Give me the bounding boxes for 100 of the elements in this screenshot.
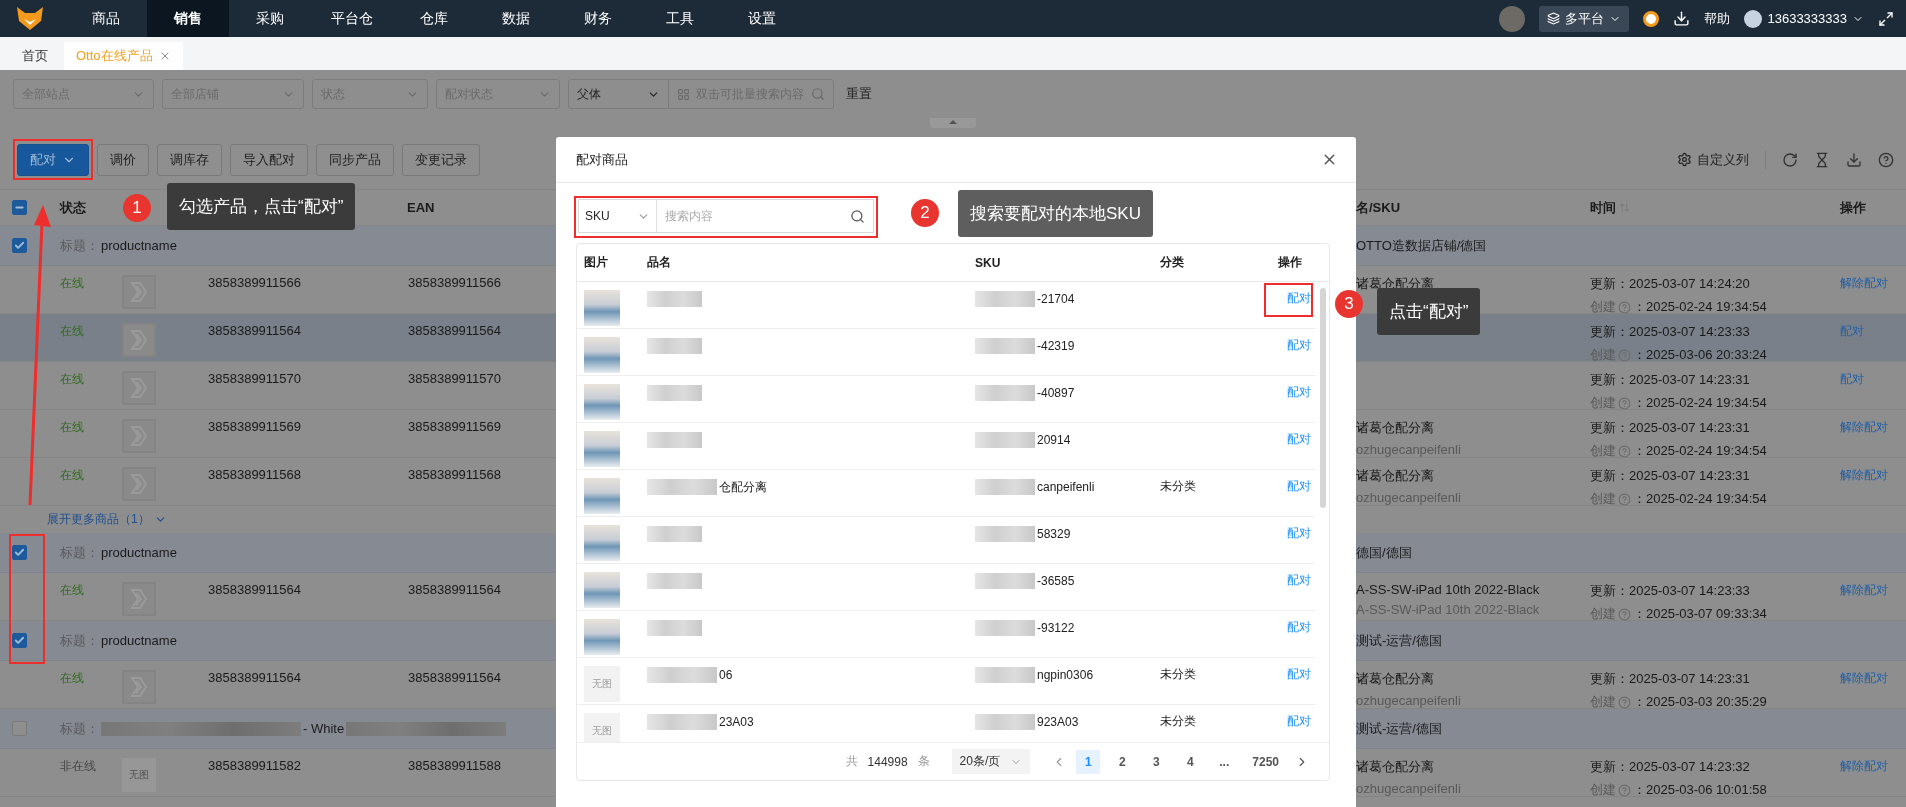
pair-link[interactable]: 配对 xyxy=(1287,479,1311,493)
created-time: ：2025-02-24 19:34:54 xyxy=(1633,442,1767,460)
help-icon[interactable] xyxy=(1618,783,1631,797)
row-checkbox[interactable] xyxy=(12,238,27,253)
nav-item[interactable]: 商品 xyxy=(65,0,147,37)
download-icon[interactable] xyxy=(1673,10,1691,27)
help-icon[interactable] xyxy=(1618,695,1631,709)
avatar[interactable] xyxy=(1499,5,1526,32)
pair-link[interactable]: 配对 xyxy=(1287,385,1311,399)
toolbar-button[interactable]: 调库存 xyxy=(157,143,222,176)
created-time: ：2025-02-24 19:34:54 xyxy=(1633,298,1767,316)
help-icon[interactable] xyxy=(1618,396,1631,410)
pair-link[interactable]: 配对 xyxy=(1287,291,1311,305)
shop-name: 测试-运营/德国 xyxy=(1356,631,1443,650)
row-checkbox[interactable] xyxy=(12,721,27,736)
dialog-title: 配对商品 xyxy=(576,150,628,169)
pair-link[interactable]: 配对 xyxy=(1287,526,1311,540)
redacted-block xyxy=(975,385,1035,401)
nav-item[interactable]: 数据 xyxy=(475,0,557,37)
user-menu[interactable]: 13633333333 xyxy=(1744,9,1864,28)
page-tab[interactable]: 首页 xyxy=(10,42,60,70)
redacted-block xyxy=(647,620,702,636)
page-button[interactable]: 2 xyxy=(1110,749,1135,774)
photo-placeholder xyxy=(584,290,620,326)
column-header[interactable]: 时间 xyxy=(1586,198,1630,217)
collapse-handle[interactable] xyxy=(930,118,976,128)
status-text: 在线 xyxy=(59,371,84,388)
expand-more-link[interactable]: 展开更多商品（1） xyxy=(47,511,167,528)
help-icon[interactable] xyxy=(1878,151,1894,168)
highlight-frame xyxy=(1264,283,1313,317)
refresh-icon[interactable] xyxy=(1782,151,1798,168)
nav-item[interactable]: 财务 xyxy=(557,0,639,37)
sku-cell: canpeifenli xyxy=(1037,480,1095,494)
redacted-block xyxy=(647,667,717,683)
page-button[interactable]: 3 xyxy=(1144,749,1169,774)
nav-item[interactable]: 采购 xyxy=(229,0,311,37)
updated-time: 更新：2025-03-07 14:23:33 xyxy=(1590,323,1751,341)
pair-link[interactable]: 配对 xyxy=(1287,573,1311,587)
select-all-checkbox[interactable] xyxy=(12,200,27,215)
search-icon[interactable] xyxy=(850,208,865,224)
customize-columns-button[interactable]: 自定义列 xyxy=(1677,150,1749,169)
pair-link[interactable]: 配对 xyxy=(1287,620,1311,634)
product-name: 诸葛仓配分离 xyxy=(1356,758,1435,776)
toolbar-button[interactable]: 导入配对 xyxy=(230,143,308,176)
ean-cell-text: 3858389911570 xyxy=(407,371,503,386)
sku-cell: -93122 xyxy=(1037,621,1075,635)
hourglass-icon[interactable] xyxy=(1814,151,1830,168)
column-header: SKU xyxy=(975,255,1002,270)
nav-item[interactable]: 设置 xyxy=(721,0,803,37)
row-checkbox[interactable] xyxy=(12,545,27,560)
sku-cell-text: 3858389911564 xyxy=(207,323,303,338)
total-count: 144998 xyxy=(867,754,908,769)
ring-icon[interactable] xyxy=(1643,10,1660,27)
help-link[interactable]: 帮助 xyxy=(1704,9,1731,28)
reset-link[interactable]: 重置 xyxy=(846,85,872,103)
help-icon[interactable] xyxy=(1618,444,1631,458)
ean-cell-text: 3858389911564 xyxy=(407,323,503,338)
help-icon[interactable] xyxy=(1618,492,1631,506)
fullscreen-icon[interactable] xyxy=(1878,10,1894,27)
product-name: 23A03 xyxy=(719,715,754,729)
nav-item[interactable]: 仓库 xyxy=(393,0,475,37)
product-name: 06 xyxy=(719,668,733,682)
page-button[interactable]: 4 xyxy=(1178,749,1203,774)
ean-cell-text: 3858389911588 xyxy=(407,758,503,773)
redacted-block xyxy=(647,432,702,448)
page-button[interactable]: ... xyxy=(1212,749,1237,774)
pair-link[interactable]: 配对 xyxy=(1287,667,1311,681)
pair-link[interactable]: 配对 xyxy=(1287,432,1311,446)
category-cell: 未分类 xyxy=(1160,479,1196,493)
pair-link[interactable]: 配对 xyxy=(1287,714,1311,728)
sku-search-field[interactable]: SKU 搜索内容 xyxy=(578,199,874,233)
page-button[interactable]: 7250 xyxy=(1246,749,1285,774)
pair-link[interactable]: 配对 xyxy=(1287,338,1311,352)
annotation-tooltip: 搜索要配对的本地SKU xyxy=(958,190,1153,237)
help-icon[interactable] xyxy=(1618,300,1631,314)
updated-time: 更新：2025-03-07 14:23:31 xyxy=(1590,371,1751,389)
nav-item[interactable]: 平台仓 xyxy=(311,0,393,37)
shop-name: OTTO造数据店铺/德国 xyxy=(1356,236,1488,255)
nav-item[interactable]: 销售 xyxy=(147,0,229,37)
updated-time: 更新：2025-03-07 14:24:20 xyxy=(1590,275,1751,293)
photo-placeholder xyxy=(584,337,620,373)
created-time: ：2025-02-24 19:34:54 xyxy=(1633,490,1767,508)
page-size-select[interactable]: 20条/页 xyxy=(951,749,1031,774)
ean-cell-text: 3858389911566 xyxy=(407,275,503,290)
row-checkbox[interactable] xyxy=(12,633,27,648)
redacted-block xyxy=(975,714,1035,730)
nav-item[interactable]: 工具 xyxy=(639,0,721,37)
toolbar-button[interactable]: 变更记录 xyxy=(402,143,480,176)
page-button[interactable]: 1 xyxy=(1076,749,1101,774)
status-text: 在线 xyxy=(59,582,84,599)
column-header: 操作 xyxy=(1278,254,1303,271)
product-title: productname xyxy=(101,238,177,253)
help-icon[interactable] xyxy=(1618,607,1631,621)
step-number: 1 xyxy=(123,194,151,222)
toolbar-button[interactable]: 配对 xyxy=(17,143,89,176)
toolbar-button[interactable]: 调价 xyxy=(97,143,149,176)
grid-icon[interactable] xyxy=(677,87,690,101)
scrollbar-thumb[interactable] xyxy=(1320,288,1326,508)
toolbar-button[interactable]: 同步产品 xyxy=(316,143,394,176)
platform-dropdown[interactable]: 多平台 xyxy=(1539,5,1630,32)
